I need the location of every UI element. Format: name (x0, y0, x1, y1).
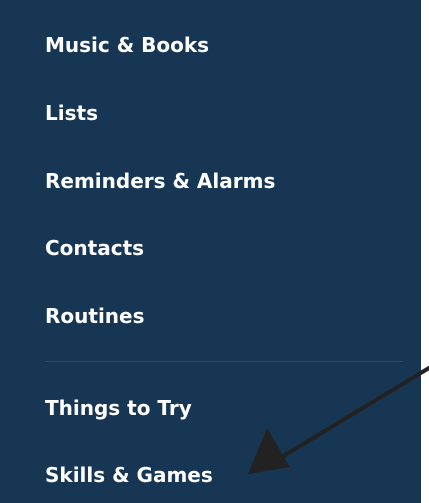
menu-item-music-books[interactable]: Music & Books (45, 33, 209, 57)
menu-item-skills-games[interactable]: Skills & Games (45, 463, 213, 487)
navigation-menu: Music & Books Lists Reminders & Alarms C… (0, 0, 421, 503)
menu-divider (45, 361, 403, 362)
right-edge (421, 0, 429, 503)
screen: Music & Books Lists Reminders & Alarms C… (0, 0, 429, 503)
menu-item-contacts[interactable]: Contacts (45, 236, 144, 260)
menu-item-things-to-try[interactable]: Things to Try (45, 396, 192, 420)
menu-item-routines[interactable]: Routines (45, 304, 145, 328)
menu-item-reminders-alarms[interactable]: Reminders & Alarms (45, 169, 275, 193)
menu-item-lists[interactable]: Lists (45, 101, 98, 125)
